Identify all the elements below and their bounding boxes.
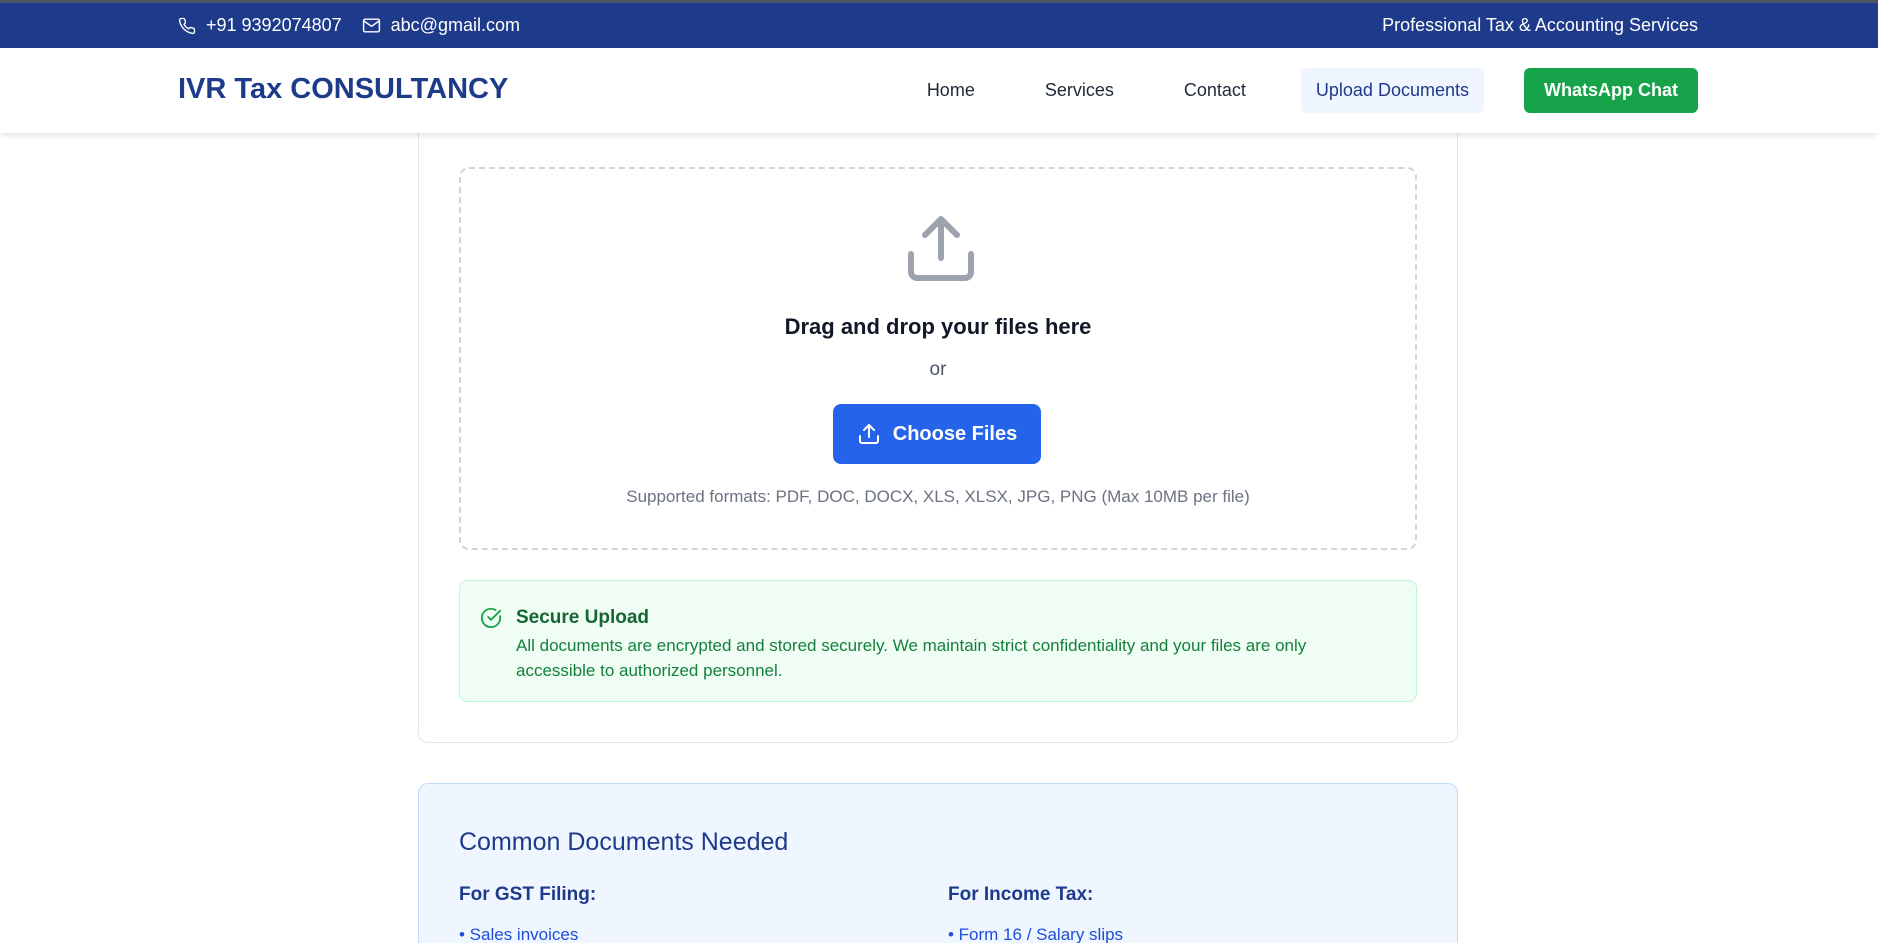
nav-upload-documents[interactable]: Upload Documents: [1300, 68, 1484, 113]
email-address: abc@gmail.com: [390, 15, 520, 35]
list-item: • Sales invoices: [459, 925, 579, 943]
phone-icon: [178, 17, 196, 34]
income-tax-heading: For Income Tax:: [948, 884, 1094, 905]
choose-files-button[interactable]: Choose Files: [833, 404, 1041, 464]
upload-icon: [858, 424, 879, 444]
contact-info: +91 9392074807 abc@gmail.com: [178, 3, 520, 48]
nav-menu: Home Services Contact Upload Documents W…: [912, 68, 1698, 113]
whatsapp-chat-button[interactable]: WhatsApp Chat: [1524, 68, 1698, 113]
email-contact[interactable]: abc@gmail.com: [362, 15, 520, 36]
phone-contact[interactable]: +91 9392074807: [178, 15, 342, 36]
top-contact-bar: +91 9392074807 abc@gmail.com Professiona…: [0, 0, 1878, 48]
income-tax-list: • Form 16 / Salary slips: [948, 922, 1123, 943]
secure-text: All documents are encrypted and stored s…: [516, 636, 1307, 680]
mail-icon: [362, 18, 380, 33]
secure-upload-notice: Secure Upload All documents are encrypte…: [459, 580, 1417, 702]
common-documents-card: Common Documents Needed For GST Filing: …: [418, 783, 1458, 943]
nav-home[interactable]: Home: [912, 68, 990, 113]
tagline: Professional Tax & Accounting Services: [1382, 15, 1698, 35]
file-dropzone[interactable]: Drag and drop your files here or Choose …: [459, 167, 1417, 550]
secure-title: Secure Upload: [516, 607, 650, 628]
brand-logo[interactable]: IVR Tax CONSULTANCY: [178, 73, 508, 106]
upload-icon: [908, 216, 974, 281]
nav-contact[interactable]: Contact: [1169, 68, 1261, 113]
list-item: • Form 16 / Salary slips: [948, 925, 1124, 943]
gst-heading: For GST Filing:: [459, 884, 597, 905]
phone-number: +91 9392074807: [206, 15, 342, 35]
dropzone-title: Drag and drop your files here: [784, 314, 1092, 339]
gst-list: • Sales invoices: [459, 922, 596, 943]
documents-title: Common Documents Needed: [459, 828, 789, 856]
supported-formats: Supported formats: PDF, DOC, DOCX, XLS, …: [626, 487, 1250, 506]
choose-files-label: Choose Files: [892, 422, 1018, 445]
check-circle-icon: [480, 607, 502, 628]
income-tax-column: For Income Tax: • Form 16 / Salary slips: [948, 884, 1123, 943]
nav-services[interactable]: Services: [1030, 68, 1129, 113]
dropzone-or: or: [929, 359, 947, 380]
upload-card: Drag and drop your files here or Choose …: [418, 110, 1458, 743]
main-navbar: IVR Tax CONSULTANCY Home Services Contac…: [0, 48, 1878, 133]
gst-column: For GST Filing: • Sales invoices: [459, 884, 596, 943]
